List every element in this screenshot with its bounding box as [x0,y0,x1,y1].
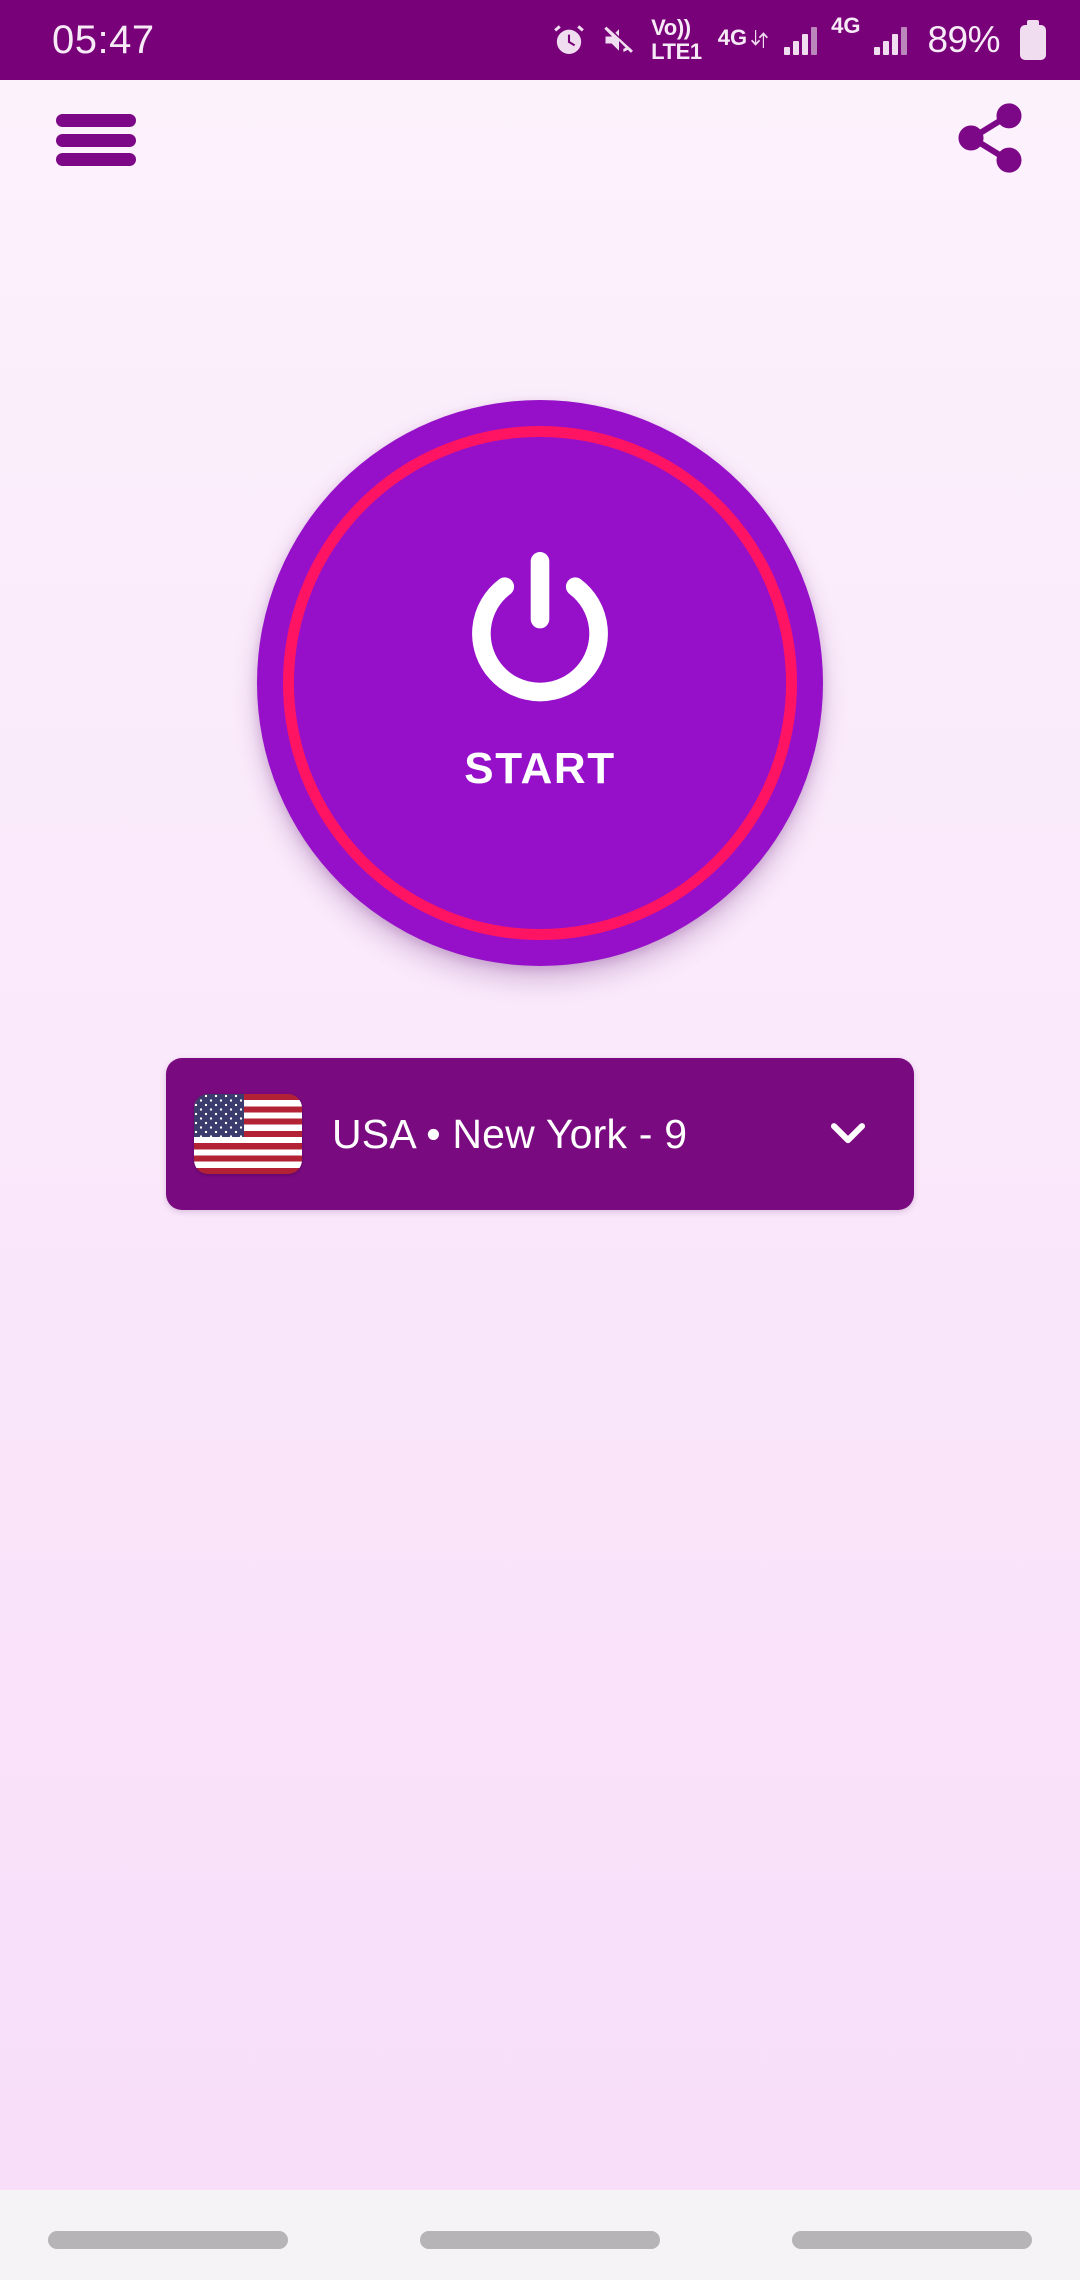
battery-icon [1020,20,1046,60]
us-flag-icon [194,1094,302,1174]
status-bar-clock: 05:47 [52,17,155,62]
power-icon [445,536,635,726]
sim2-signal-bars-icon [874,25,908,55]
hamburger-bar-1 [56,114,136,127]
hamburger-bar-2 [56,133,136,147]
sim2-network-label: 4G [831,13,861,38]
recents-pill[interactable] [48,2231,288,2249]
data-transfer-arrows-icon [750,26,770,52]
sim1-network-indicator: 4G [718,27,770,53]
sim2-network-indicator: 4G [831,15,860,51]
connect-power-button[interactable]: START [257,400,823,966]
sim1-signal-bars-icon [784,25,818,55]
main-content: START USA • New York - 9 [0,200,1080,2190]
back-pill[interactable] [792,2231,1032,2249]
sim1-network-label: 4G [717,25,748,50]
power-button-label: START [464,744,616,793]
app-bar [0,80,1080,200]
phone-screen: 05:47 Vo)) LTE1 4G 4G 89% START USA • Ne… [0,0,1080,2280]
home-pill[interactable] [420,2231,660,2249]
status-bar: 05:47 Vo)) LTE1 4G 4G 89% [0,0,1080,80]
hamburger-menu-icon[interactable] [56,108,136,172]
server-selector[interactable]: USA • New York - 9 [166,1058,914,1210]
server-selector-label: USA • New York - 9 [332,1110,688,1157]
battery-percentage: 89% [927,19,1000,60]
power-button-container: START [257,400,823,966]
alarm-icon [551,22,587,58]
share-icon[interactable] [952,100,1028,181]
system-navigation-bar [0,2190,1080,2280]
status-bar-icons: Vo)) LTE1 4G 4G 89% [551,15,1046,64]
hamburger-bar-3 [56,153,136,166]
volte-indicator: Vo)) LTE1 [651,15,702,64]
mute-icon [601,22,637,58]
chevron-down-icon[interactable] [820,1104,876,1165]
